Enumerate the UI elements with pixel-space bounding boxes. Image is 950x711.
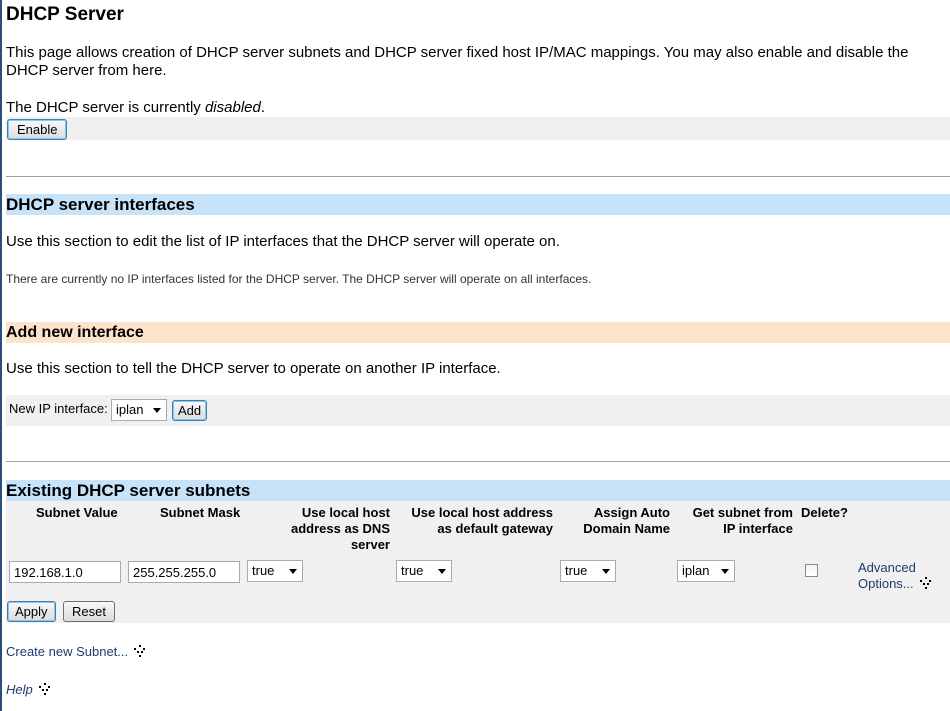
col-delete: Delete? [801,505,848,520]
section-heading-add-interface: Add new interface [6,322,950,343]
col-auto-line2: Domain Name [583,521,670,536]
subnet-mask-input[interactable] [128,561,240,583]
chevron-down-icon [602,569,610,574]
divider [6,461,950,462]
default-gateway-value: true [401,563,424,578]
delete-checkbox[interactable] [805,564,818,577]
add-interface-bar: New IP interface: iplan Add [6,395,950,426]
divider [6,176,950,177]
advanced-line1: Advanced [858,560,916,575]
dns-server-select[interactable]: true [247,560,303,582]
chevron-down-icon [721,569,729,574]
auto-domain-select[interactable]: true [560,560,616,582]
status-prefix: The DHCP server is currently [6,99,205,116]
intro-text: This page allows creation of DHCP server… [6,44,909,79]
page-title: DHCP Server [6,4,124,25]
col-auto-line1: Assign Auto [593,505,670,520]
enable-bar: Enable [6,117,950,140]
section-heading-subnets: Existing DHCP server subnets [6,480,950,501]
subnet-interface-select[interactable]: iplan [677,560,735,582]
col-iface-line1: Get subnet from [692,505,793,520]
chevron-down-icon [289,569,297,574]
col-dns-line2: address as DNS [291,521,390,536]
col-auto-domain: Assign Auto Domain Name [566,505,670,537]
interfaces-description: Use this section to edit the list of IP … [6,233,560,250]
auto-domain-value: true [565,563,588,578]
status-suffix: . [260,99,266,116]
col-gw-line1: Use local host address [411,505,553,520]
reset-button[interactable]: Reset [63,601,115,622]
default-gateway-select[interactable]: true [396,560,452,582]
add-interface-description: Use this section to tell the DHCP server… [6,360,501,377]
col-gw-line2: as default gateway [437,521,553,536]
help-link[interactable]: Help [6,682,51,697]
popup-dots-icon [38,683,51,695]
col-dns-line1: Use local host [301,505,390,520]
col-subnet-mask: Subnet Mask [160,505,241,520]
advanced-options-link[interactable]: Advanced Options... [858,560,932,592]
col-dns-line3: server [350,537,390,552]
subnets-table: Subnet Value Subnet Mask Use local host … [6,501,950,623]
apply-button[interactable]: Apply [7,601,56,622]
new-interface-label: New IP interface: [9,401,108,416]
create-subnet-link[interactable]: Create new Subnet... [6,644,146,659]
interfaces-note: There are currently no IP interfaces lis… [6,272,592,286]
col-subnet-value: Subnet Value [36,505,118,520]
chevron-down-icon [153,408,161,413]
popup-dots-icon [134,645,146,657]
new-interface-select[interactable]: iplan [111,399,167,421]
subnet-value-input[interactable] [9,561,121,583]
enable-button[interactable]: Enable [7,119,68,140]
status-text: The DHCP server is currently disabled. [6,99,265,117]
new-interface-value: iplan [116,402,144,417]
col-default-gateway: Use local host address as default gatewa… [402,505,553,537]
popup-dots-icon [919,577,932,589]
advanced-line2: Options... [858,576,932,592]
subnet-interface-value: iplan [682,563,710,578]
section-heading-interfaces: DHCP server interfaces [6,194,950,215]
col-dns-server: Use local host address as DNS server [276,505,390,553]
left-border [0,0,2,711]
chevron-down-icon [438,569,446,574]
col-iface-line2: IP interface [723,521,793,536]
dns-server-value: true [252,563,275,578]
col-ip-interface: Get subnet from IP interface [682,505,793,537]
status-state: disabled [204,99,261,116]
add-interface-button[interactable]: Add [172,400,208,421]
